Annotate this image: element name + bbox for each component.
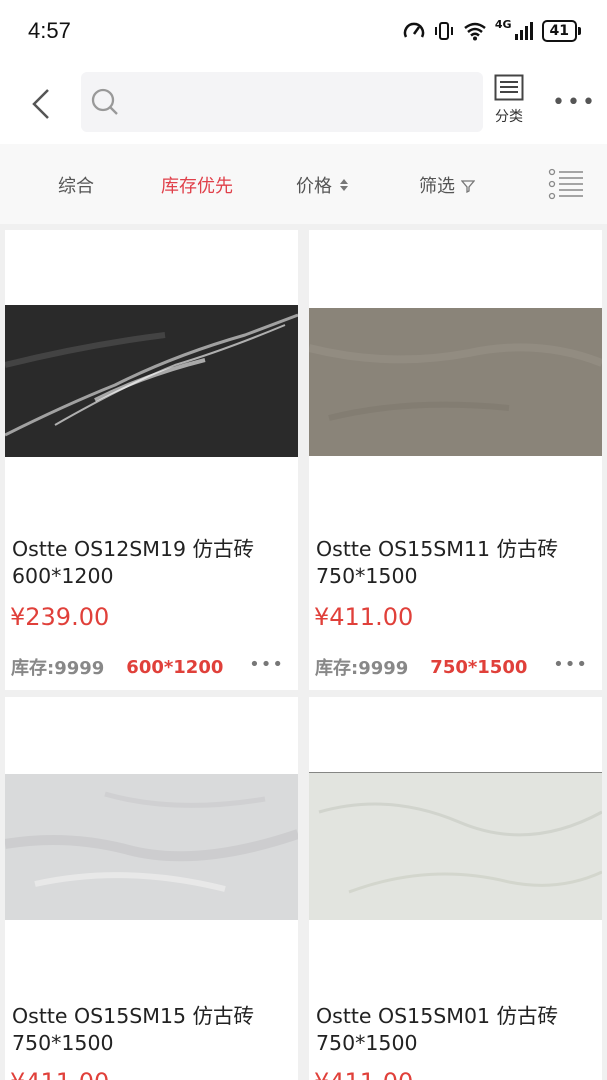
product-size: 750*1500: [12, 1031, 114, 1055]
product-title: Ostte OS15SM01 仿古砖 750*1500: [316, 1003, 601, 1057]
product-price: ¥411.00: [314, 1068, 413, 1080]
product-image: [5, 305, 298, 457]
list-view-icon: [548, 168, 583, 200]
signal-icon: [514, 22, 533, 40]
search-header: 分类 •••: [0, 66, 607, 144]
search-input[interactable]: [81, 72, 483, 132]
wifi-icon: [464, 22, 486, 41]
vibrate-icon: [434, 22, 453, 40]
stock-label: 库存:9999: [315, 658, 409, 679]
spec-label: 750*1500: [430, 656, 528, 678]
status-time: 4:57: [28, 18, 71, 43]
product-name: Ostte OS15SM01 仿古砖: [316, 1004, 559, 1028]
sort-tab-filter[interactable]: 筛选: [419, 172, 476, 198]
spec-label: 600*1200: [126, 656, 224, 678]
product-card[interactable]: Ostte OS15SM01 仿古砖 750*1500 ¥411.00: [309, 697, 602, 1080]
product-card[interactable]: Ostte OS15SM15 仿古砖 750*1500 ¥411.00: [5, 697, 298, 1080]
status-bar: 4:57 4G 41: [0, 0, 607, 66]
sort-tab-filter-label: 筛选: [419, 176, 455, 197]
category-button[interactable]: 分类: [490, 74, 528, 126]
speed-icon: [403, 22, 425, 38]
product-title: Ostte OS15SM11 仿古砖 750*1500: [316, 536, 601, 590]
network-type: 4G: [494, 17, 512, 31]
sort-tab-overall[interactable]: 综合: [58, 172, 94, 198]
sort-tab-price-label: 价格: [296, 176, 332, 197]
product-title: Ostte OS15SM15 仿古砖 750*1500: [12, 1003, 297, 1057]
card-more-button[interactable]: •••: [553, 654, 588, 675]
list-icon: [494, 74, 524, 101]
product-size: 750*1500: [316, 564, 418, 588]
product-price: ¥411.00: [10, 1068, 109, 1080]
product-image: [5, 774, 298, 920]
product-price: ¥411.00: [314, 603, 414, 631]
card-more-button[interactable]: •••: [249, 654, 284, 675]
status-icons: 4G 41: [403, 17, 582, 42]
product-image: [309, 308, 602, 456]
product-name: Ostte OS15SM15 仿古砖: [12, 1004, 255, 1028]
product-name: Ostte OS15SM11 仿古砖: [316, 537, 559, 561]
sort-tab-stock-first[interactable]: 库存优先: [161, 172, 233, 198]
product-size: 750*1500: [316, 1031, 418, 1055]
more-button[interactable]: •••: [552, 90, 597, 115]
chevron-left-icon: [32, 89, 49, 119]
product-name: Ostte OS12SM19 仿古砖: [12, 537, 255, 561]
category-label: 分类: [495, 109, 523, 125]
filter-icon: [460, 180, 476, 194]
sort-tab-price[interactable]: 价格: [296, 172, 350, 198]
product-card[interactable]: Ostte OS12SM19 仿古砖 600*1200 ¥239.00 库存:9…: [5, 230, 298, 690]
sort-bar: 综合 库存优先 价格 筛选: [0, 144, 607, 224]
product-image: [309, 772, 602, 920]
stock-label: 库存:9999: [11, 658, 105, 679]
back-button[interactable]: [26, 84, 66, 124]
battery-indicator: 41: [541, 20, 582, 42]
sort-arrows-icon: [339, 179, 348, 191]
search-icon: [91, 88, 118, 115]
product-title: Ostte OS12SM19 仿古砖 600*1200: [12, 536, 297, 590]
product-size: 600*1200: [12, 564, 114, 588]
product-card[interactable]: Ostte OS15SM11 仿古砖 750*1500 ¥411.00 库存:9…: [309, 230, 602, 690]
product-price: ¥239.00: [10, 603, 110, 631]
layout-toggle-button[interactable]: [548, 168, 584, 204]
